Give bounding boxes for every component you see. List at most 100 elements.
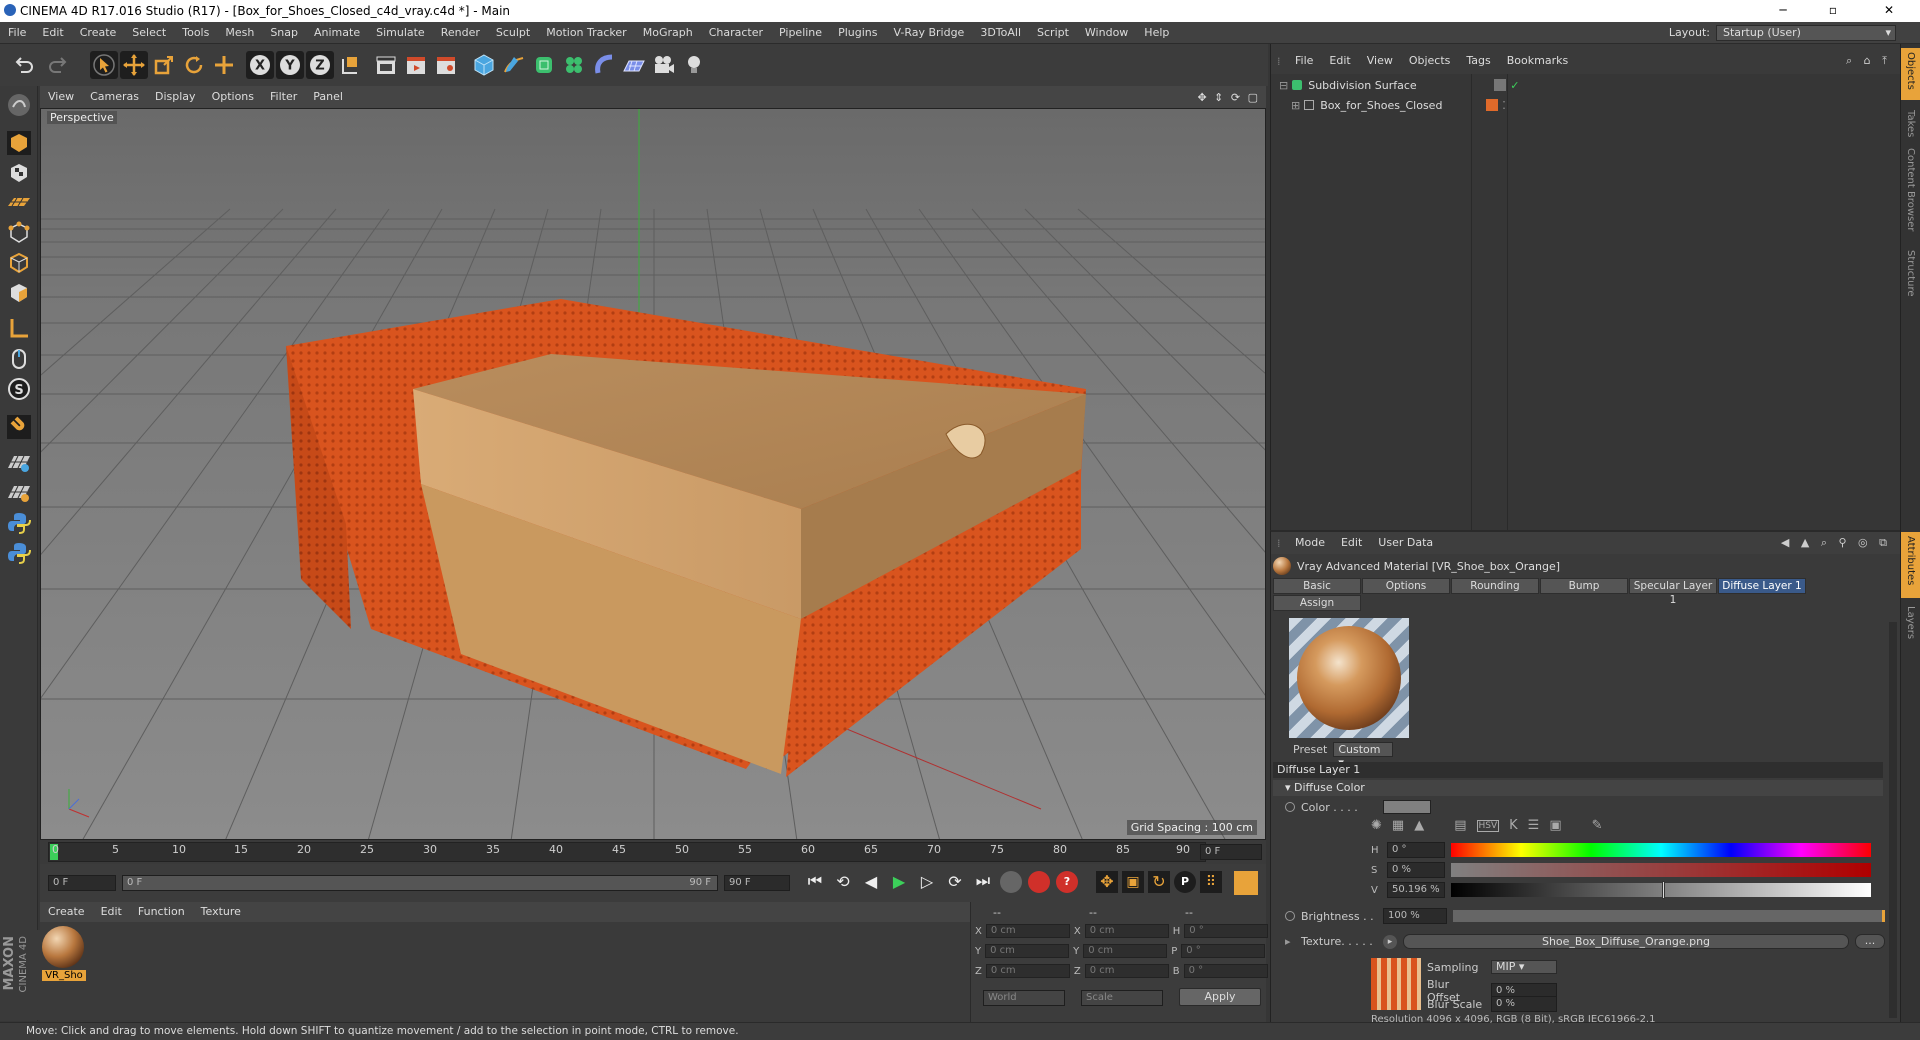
object-row-box-for-shoes-closed[interactable]: ⊞ Box_for_Shoes_Closed ⁚ <box>1291 96 1901 114</box>
pos-y-field[interactable]: 0 cm <box>985 944 1070 958</box>
expand-triangle-icon[interactable]: ▸ <box>1285 935 1295 948</box>
menu-plugins[interactable]: Plugins <box>830 22 885 44</box>
sampling-select[interactable]: MIP ▾ <box>1491 960 1557 974</box>
side-tab-structure[interactable]: Structure <box>1905 250 1916 297</box>
x-axis-lock-button[interactable]: X <box>246 51 274 79</box>
kelvin-mode-icon[interactable]: K <box>1509 818 1518 833</box>
size-z-field[interactable]: 0 cm <box>1084 964 1169 978</box>
edges-mode-button[interactable] <box>4 248 34 278</box>
value-field[interactable]: 50.196 % <box>1387 882 1445 898</box>
record-keyframe-off-icon[interactable] <box>1000 871 1022 893</box>
menu-pipeline[interactable]: Pipeline <box>771 22 830 44</box>
rot-h-field[interactable]: 0 ° <box>1184 924 1269 938</box>
image-picker-icon[interactable]: ▲ <box>1414 818 1424 833</box>
python-script-button-2[interactable] <box>4 538 34 568</box>
autokey-help-icon[interactable]: ? <box>1056 871 1078 893</box>
frame-range-slider[interactable]: 0 F 90 F <box>122 875 718 891</box>
key-parameter-icon[interactable]: P <box>1174 871 1196 893</box>
material-menu-function[interactable]: Function <box>130 902 193 922</box>
next-key-icon[interactable]: ⟳ <box>944 872 966 891</box>
grid-snap-button[interactable] <box>4 448 34 478</box>
viewport-menu-view[interactable]: View <box>40 86 82 108</box>
value-slider[interactable] <box>1451 881 1871 899</box>
next-frame-icon[interactable]: ▷ <box>916 872 938 891</box>
texture-file-button[interactable]: Shoe_Box_Diffuse_Orange.png <box>1403 934 1849 949</box>
panel-grip-icon[interactable]: ⁞ <box>1277 537 1287 550</box>
menu-vray-bridge[interactable]: V-Ray Bridge <box>885 22 972 44</box>
material-swatch[interactable]: VR_Sho <box>42 926 86 984</box>
rotate-tool-button[interactable] <box>180 51 208 79</box>
tab-diffuse-layer-1[interactable]: Diffuse Layer 1 <box>1718 578 1806 594</box>
texture-thumbnail[interactable] <box>1371 958 1421 1010</box>
deformer-button[interactable] <box>590 51 618 79</box>
menu-render[interactable]: Render <box>433 22 488 44</box>
menu-tools[interactable]: Tools <box>174 22 217 44</box>
side-tab-takes[interactable]: Takes <box>1905 110 1916 137</box>
timeline-window-icon[interactable] <box>1234 871 1258 895</box>
menu-simulate[interactable]: Simulate <box>368 22 433 44</box>
menu-animate[interactable]: Animate <box>306 22 368 44</box>
previous-key-icon[interactable]: ⟲ <box>832 872 854 891</box>
rot-p-field[interactable]: 0 ° <box>1181 944 1266 958</box>
object-manager-toolbar-icons[interactable]: ⌕ ⌂ ⤒ <box>1846 54 1901 68</box>
live-selection-button[interactable] <box>90 51 118 79</box>
saturation-field[interactable]: 0 % <box>1387 862 1445 878</box>
attributes-menu-user-data[interactable]: User Data <box>1370 532 1441 554</box>
end-frame-field[interactable]: 90 F <box>724 875 790 891</box>
rgb-mode-icon[interactable]: ▤ <box>1454 818 1466 833</box>
cube-object-button[interactable] <box>470 51 498 79</box>
redo-button[interactable] <box>44 51 72 79</box>
move-tool-button[interactable] <box>120 51 148 79</box>
color-wheel-icon[interactable]: ✺ <box>1371 818 1382 833</box>
attribute-manager-toolbar-icons[interactable]: ◀ ▲ ⌕ ⚲ ◎ ⧉ <box>1781 536 1901 550</box>
size-x-field[interactable]: 0 cm <box>1084 924 1169 938</box>
key-rotation-icon[interactable]: ↻ <box>1148 871 1170 893</box>
blur-scale-field[interactable]: 0 % <box>1491 996 1557 1012</box>
menu-motion-tracker[interactable]: Motion Tracker <box>538 22 634 44</box>
animate-dot-icon[interactable] <box>1285 911 1295 921</box>
material-menu-create[interactable]: Create <box>40 902 93 922</box>
make-editable-button[interactable] <box>4 90 34 120</box>
minimize-button[interactable]: ─ <box>1760 0 1806 22</box>
texture-browse-button[interactable]: ... <box>1855 934 1885 949</box>
coordinate-space-select[interactable]: World <box>983 990 1065 1006</box>
material-preview[interactable] <box>1289 618 1409 738</box>
scale-tool-button[interactable] <box>150 51 178 79</box>
side-tab-layers[interactable]: Layers <box>1905 606 1916 639</box>
light-button[interactable] <box>680 51 708 79</box>
hue-slider[interactable] <box>1451 843 1871 857</box>
recent-tool-button[interactable] <box>210 51 238 79</box>
cloner-button[interactable] <box>560 51 588 79</box>
menu-snap[interactable]: Snap <box>262 22 306 44</box>
viewport-navigation-icons[interactable]: ✥ ⇕ ⟳ ▢ <box>1197 91 1266 104</box>
pen-spline-button[interactable] <box>500 51 528 79</box>
eyedropper-icon[interactable]: ✎ <box>1592 818 1603 833</box>
tab-assign[interactable]: Assign <box>1273 595 1361 611</box>
workplane-mode-button[interactable] <box>4 188 34 218</box>
menu-script[interactable]: Script <box>1029 22 1077 44</box>
material-menu-texture[interactable]: Texture <box>193 902 249 922</box>
menu-select[interactable]: Select <box>124 22 174 44</box>
tab-basic[interactable]: Basic <box>1273 578 1361 594</box>
visibility-dots-icon[interactable]: ⁚ <box>1502 99 1506 112</box>
brightness-slider[interactable] <box>1453 910 1885 922</box>
mixer-icon[interactable]: ☰ <box>1528 818 1540 833</box>
objects-menu-bookmarks[interactable]: Bookmarks <box>1499 50 1576 72</box>
menu-edit[interactable]: Edit <box>34 22 71 44</box>
material-menu-edit[interactable]: Edit <box>93 902 130 922</box>
workplane-lock-button[interactable] <box>4 478 34 508</box>
menu-help[interactable]: Help <box>1136 22 1177 44</box>
tab-rounding[interactable]: Rounding <box>1451 578 1539 594</box>
key-scale-icon[interactable]: ▣ <box>1122 871 1144 893</box>
render-to-picture-viewer-button[interactable] <box>402 51 430 79</box>
apply-button[interactable]: Apply <box>1179 988 1261 1006</box>
key-position-icon[interactable]: ✥ <box>1096 871 1118 893</box>
expand-plus-icon[interactable]: ⊞ <box>1291 99 1300 112</box>
maximize-button[interactable]: ▫ <box>1810 0 1856 22</box>
menu-file[interactable]: File <box>0 22 34 44</box>
start-frame-field[interactable]: 0 F <box>48 875 116 891</box>
menu-3dtoall[interactable]: 3DToAll <box>972 22 1029 44</box>
snap-button[interactable]: S <box>4 374 34 404</box>
viewport-menu-display[interactable]: Display <box>147 86 204 108</box>
coordinate-system-button[interactable] <box>336 51 364 79</box>
